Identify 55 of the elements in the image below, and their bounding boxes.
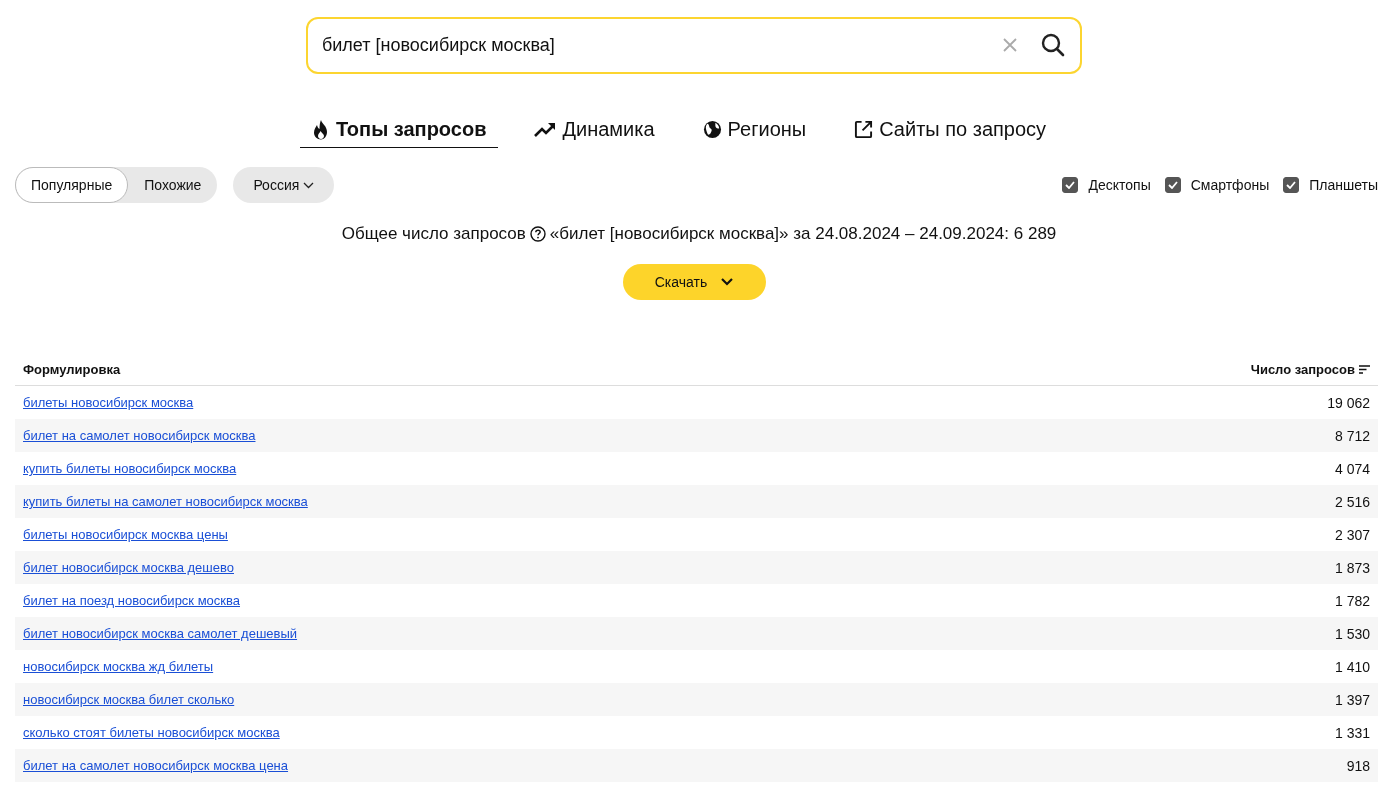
region-dropdown[interactable]: Россия xyxy=(233,167,335,203)
summary-label: Общее число запросов xyxy=(341,224,526,244)
search-field[interactable]: билет [новосибирск москва] xyxy=(306,17,1082,74)
table-cell: 1 331 xyxy=(955,716,1378,749)
table-cell: 1 530 xyxy=(955,617,1378,650)
table-cell: 1 782 xyxy=(955,584,1378,617)
checkbox-label: Десктопы xyxy=(1088,177,1151,193)
table-cell: 8 712 xyxy=(955,419,1378,452)
external-link-icon xyxy=(854,120,874,139)
tab[interactable]: Динамика xyxy=(522,118,667,148)
table-cell: 19 062 xyxy=(955,385,1378,419)
query-link[interactable]: билет на поезд новосибирск москва xyxy=(23,593,240,608)
query-link[interactable]: билет новосибирск москва дешево xyxy=(23,560,234,575)
table-cell: 1 873 xyxy=(955,551,1378,584)
query-link[interactable]: купить билеты на самолет новосибирск москва xyxy=(23,494,308,509)
checkmark-icon xyxy=(1167,181,1178,189)
help-icon[interactable] xyxy=(529,226,546,242)
checkbox[interactable] xyxy=(1062,177,1079,193)
search-icon[interactable] xyxy=(1040,32,1066,58)
table-cell: 918 xyxy=(955,749,1378,782)
trend-icon xyxy=(534,121,557,138)
query-link[interactable]: купить билеты новосибирск москва xyxy=(23,461,237,476)
summary-text: «билет [новосибирск москва]» за 24.08.2024 – 24.09.2024: 6 289 xyxy=(549,224,1057,244)
table-cell: 1 410 xyxy=(955,650,1378,683)
checkbox-label: Смартфоны xyxy=(1190,177,1270,193)
mode-option[interactable]: Популярные xyxy=(15,167,129,203)
tab[interactable]: Топы запросов xyxy=(299,118,499,148)
checkmark-icon xyxy=(1286,181,1297,189)
checkmark-icon xyxy=(1065,181,1076,189)
query-link[interactable]: билеты новосибирск москва xyxy=(23,395,194,410)
checkbox[interactable] xyxy=(1283,177,1300,193)
table-cell: 4 074 xyxy=(955,452,1378,485)
query-link[interactable]: билет новосибирск москва самолет дешевый xyxy=(23,626,298,641)
query-link[interactable]: билет на самолет новосибирск москва цена xyxy=(23,758,289,773)
query-link[interactable]: новосибирск москва жд билеты xyxy=(23,659,214,674)
column-header[interactable]: Число запросов xyxy=(1250,362,1370,377)
chevron-down-icon xyxy=(721,278,734,286)
query-link[interactable]: сколько стоят билеты новосибирск москва xyxy=(23,725,280,740)
column-header: Формулировка xyxy=(15,362,956,386)
tab[interactable]: Сайты по запросу xyxy=(842,118,1059,148)
checkbox[interactable] xyxy=(1164,177,1181,193)
query-link[interactable]: новосибирск москва билет сколько xyxy=(23,692,235,707)
flame-icon xyxy=(311,119,330,140)
mode-option[interactable]: Похожие xyxy=(128,167,218,203)
checkbox-label: Планшеты xyxy=(1309,177,1378,193)
sort-icon xyxy=(1359,365,1370,374)
globe-icon xyxy=(702,120,722,139)
query-link[interactable]: билеты новосибирск москва цены xyxy=(23,527,228,542)
query-link[interactable]: билет на самолет новосибирск москва xyxy=(23,428,256,443)
download-button[interactable]: Скачать xyxy=(622,264,766,300)
table-cell: 2 516 xyxy=(955,485,1378,518)
table-cell: 1 397 xyxy=(955,683,1378,716)
tab[interactable]: Регионы xyxy=(690,118,819,148)
chevron-down-icon xyxy=(303,181,315,189)
table-cell: 2 307 xyxy=(955,518,1378,551)
